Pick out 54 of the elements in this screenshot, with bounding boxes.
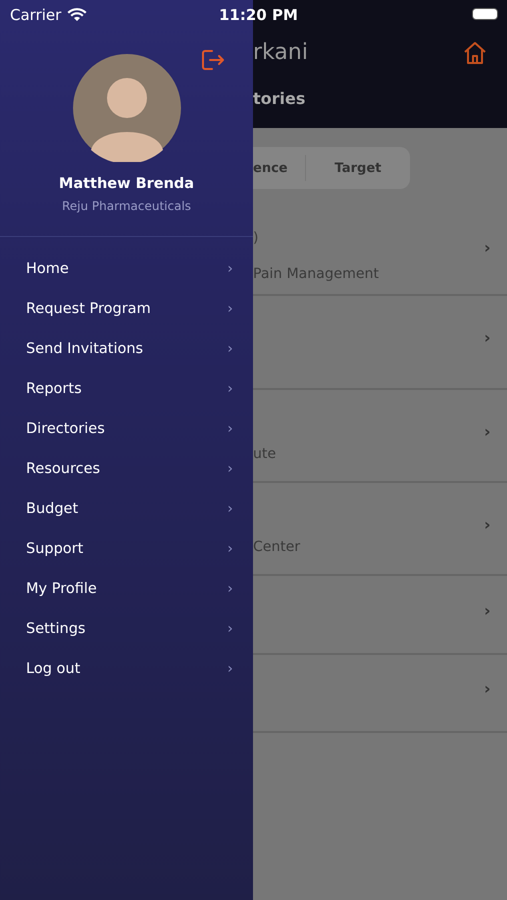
menu-label: Settings [26, 621, 86, 637]
chevron-icon: › [227, 501, 233, 517]
avatar-icon [72, 54, 180, 162]
chevron-icon: › [484, 514, 491, 534]
menu-label: Resources [26, 461, 100, 477]
menu-label: Budget [26, 501, 78, 517]
battery-icon [472, 8, 498, 20]
chevron-icon: › [484, 328, 491, 347]
profile-name: Matthew Brenda [58, 176, 194, 192]
menu-label: Log out [26, 661, 80, 677]
chevron-icon: › [484, 422, 491, 440]
chevron-icon: › [227, 261, 233, 277]
menu-item[interactable]: Reports › [0, 369, 253, 409]
menu-item[interactable]: My Profile › [0, 569, 253, 609]
home-icon[interactable] [462, 40, 488, 66]
menu-item[interactable]: Settings › [0, 609, 253, 649]
row-subtitle: Pain Management [253, 266, 379, 282]
row-subtitle: ute [253, 446, 276, 462]
chevron-icon: › [484, 679, 491, 698]
menu-label: Request Program [26, 301, 151, 317]
chevron-icon: › [227, 661, 233, 677]
menu-item[interactable]: Log out › [0, 649, 253, 689]
chevron-icon: › [227, 581, 233, 597]
chevron-icon: › [227, 541, 233, 557]
menu-label: My Profile [26, 581, 97, 597]
menu-label: Reports [26, 381, 82, 397]
chevron-icon: › [227, 381, 233, 397]
row-title: ) [253, 230, 258, 246]
page-title: tories [253, 89, 306, 108]
menu-label: Directories [26, 421, 105, 437]
chevron-icon: › [227, 301, 233, 317]
wifi-icon [67, 8, 88, 22]
app-logo: rkani [253, 40, 308, 65]
chevron-icon: › [227, 461, 233, 477]
carrier-label: Carrier [10, 6, 62, 24]
menu-item[interactable]: Budget › [0, 489, 253, 529]
chevron-icon: › [227, 421, 233, 437]
menu-item[interactable]: Send Invitations › [0, 329, 253, 369]
clock-time: 11:20 PM [219, 6, 298, 24]
menu-item[interactable]: Resources › [0, 449, 253, 489]
menu-item[interactable]: Home › [0, 249, 253, 289]
chevron-icon: › [484, 600, 491, 620]
chevron-icon: › [227, 341, 233, 357]
row-subtitle: Center [253, 539, 300, 555]
menu-label: Send Invitations [26, 341, 144, 357]
menu-label: Support [26, 541, 84, 557]
company-name: Reju Pharmaceuticals [62, 199, 192, 213]
chevron-icon: › [484, 238, 491, 257]
logout-icon[interactable] [201, 49, 225, 71]
menu-item[interactable]: Directories › [0, 409, 253, 449]
chevron-icon: › [227, 621, 233, 637]
menu-item[interactable]: Support › [0, 529, 253, 569]
menu-item[interactable]: Request Program › [0, 289, 253, 329]
menu-label: Home [26, 261, 69, 277]
